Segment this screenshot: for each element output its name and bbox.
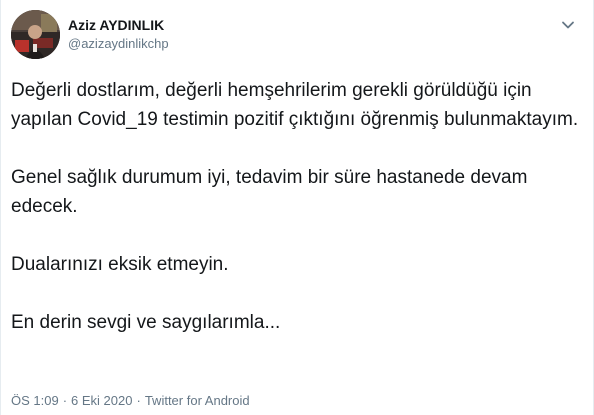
profile-photo-icon <box>11 10 60 59</box>
avatar[interactable] <box>11 10 60 59</box>
tweet-paragraph: Dualarınızı eksik etmeyin. <box>11 254 229 275</box>
user-names[interactable]: Aziz AYDINLIK @azizaydinlikchp <box>68 16 169 52</box>
chevron-down-icon <box>562 21 574 29</box>
tweet-source[interactable]: Twitter for Android <box>145 393 250 408</box>
meta-separator: · <box>62 393 68 408</box>
tweet-paragraph: Genel sağlık durumum iyi, tedavim bir sü… <box>11 167 528 217</box>
tweet-menu-button[interactable] <box>557 14 579 36</box>
tweet-header: Aziz AYDINLIK @azizaydinlikchp <box>11 10 583 60</box>
user-handle[interactable]: @azizaydinlikchp <box>68 35 169 52</box>
meta-separator: · <box>136 393 141 408</box>
tweet-date[interactable]: 6 Eki 2020 <box>71 393 132 408</box>
tweet-card: Aziz AYDINLIK @azizaydinlikchp Değerli d… <box>0 0 594 415</box>
tweet-paragraph: En derin sevgi ve saygılarımla... <box>11 312 281 333</box>
tweet-paragraph: Değerli dostlarım, değerli hemşehrilerim… <box>11 80 579 130</box>
display-name[interactable]: Aziz AYDINLIK <box>68 16 169 34</box>
tweet-metadata: ÖS 1:09 · 6 Eki 2020 · Twitter for Android <box>11 393 250 409</box>
tweet-text: Değerli dostlarım, değerli hemşehrilerim… <box>11 76 585 337</box>
tweet-time[interactable]: ÖS 1:09 <box>11 393 59 408</box>
